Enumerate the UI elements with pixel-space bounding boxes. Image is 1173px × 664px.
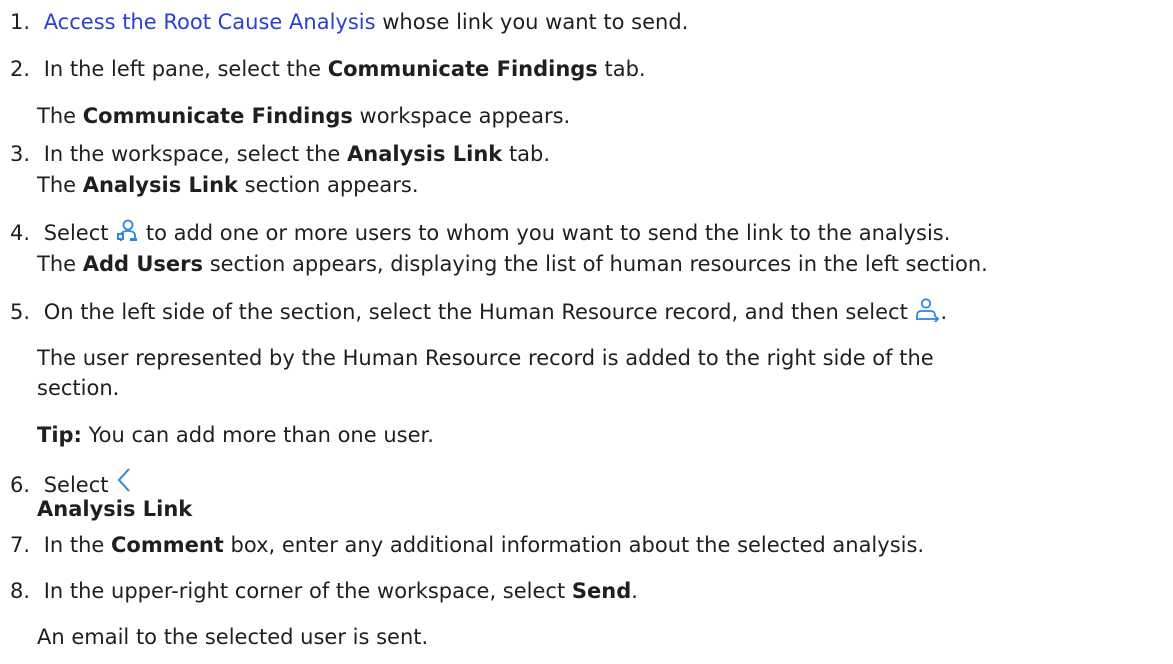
step-number: 7. — [10, 533, 31, 557]
step-text: In the left pane, select the — [43, 57, 328, 81]
step-text: . — [631, 579, 638, 603]
step-number: 1. — [10, 10, 31, 34]
result-text: section appears, displaying the list of … — [203, 252, 988, 276]
ui-term: Communicate Findings — [82, 104, 353, 128]
result-text: The — [37, 173, 83, 197]
step-number: 5. — [10, 300, 31, 324]
step-text: On the left side of the section, select … — [43, 300, 915, 324]
ui-term: Send — [571, 579, 632, 603]
result-text: section appears. — [238, 173, 419, 197]
step-text: Select — [43, 221, 116, 245]
result-text: The — [37, 252, 83, 276]
ui-term: Analysis Link — [82, 173, 238, 197]
step-text: In the workspace, select the — [43, 142, 347, 166]
step-text: In the — [43, 533, 112, 557]
step-4: 4. Select to add one or more users to wh… — [10, 218, 950, 251]
step-text: whose link you want to send. — [375, 10, 689, 34]
tip-label: Tip: — [37, 423, 82, 447]
step-3-result: The Analysis Link section appears. — [37, 170, 419, 200]
step-5-result-line-1: The user represented by the Human Resour… — [37, 346, 934, 370]
step-5-result-line-2: section. — [37, 376, 120, 400]
step-number: 6. — [10, 473, 31, 497]
ui-term: Analysis Link — [37, 497, 193, 521]
step-text: In the upper-right corner of the workspa… — [43, 579, 572, 603]
root-cause-analysis-link[interactable]: Access the Root Cause Analysis — [44, 10, 376, 34]
ui-term: Communicate Findings — [327, 57, 598, 81]
step-3: 3. In the workspace, select the Analysis… — [10, 139, 550, 169]
step-number: 3. — [10, 142, 31, 166]
step-7: 7. In the Comment box, enter any additio… — [10, 530, 924, 560]
tip-text: You can add more than one user. — [81, 423, 434, 447]
step-number: 2. — [10, 57, 31, 81]
step-5: 5. On the left side of the section, sele… — [10, 297, 947, 330]
step-4-result: The Add Users section appears, displayin… — [37, 249, 988, 279]
step-2-result: The Communicate Findings workspace appea… — [37, 101, 570, 131]
step-text: tab. — [597, 57, 646, 81]
step-number: 8. — [10, 579, 31, 603]
step-text: tab. — [502, 142, 551, 166]
step-8-result: An email to the selected user is sent. — [37, 625, 429, 649]
ui-term: Comment — [111, 533, 224, 557]
step-8: 8. In the upper-right corner of the work… — [10, 576, 638, 606]
add-user-icon[interactable] — [115, 219, 139, 251]
result-text: The — [37, 104, 83, 128]
step-text: to add one or more users to whom you wan… — [139, 221, 951, 245]
ui-term: Analysis Link — [347, 142, 503, 166]
step-text: box, enter any additional information ab… — [223, 533, 925, 557]
step-text: . — [940, 300, 948, 324]
step-number: 4. — [10, 221, 31, 245]
ui-term: Add Users — [82, 252, 204, 276]
step-5-tip: Tip: You can add more than one user. — [37, 420, 434, 450]
result-text: workspace appears. — [352, 104, 571, 128]
step-6-target: Analysis Link — [37, 494, 192, 524]
step-2: 2. In the left pane, select the Communic… — [10, 54, 646, 84]
step-1: 1. Access the Root Cause Analysis whose … — [10, 7, 688, 37]
move-user-right-icon[interactable] — [915, 298, 941, 330]
